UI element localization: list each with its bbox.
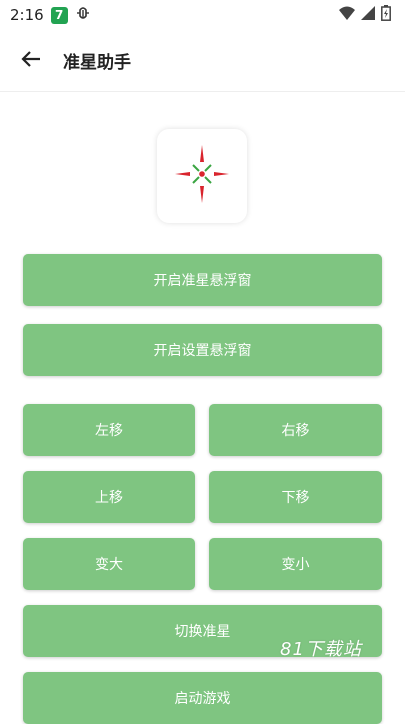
launch-game-button[interactable]: 启动游戏 [23, 672, 382, 724]
signal-icon [361, 6, 375, 24]
wifi-icon [339, 6, 355, 24]
bug-icon [75, 5, 91, 25]
watermark: 81下载站 [280, 639, 362, 660]
shrink-button[interactable]: 变小 [209, 538, 382, 590]
status-time: 2:16 [10, 6, 44, 24]
crosshair-icon [172, 144, 232, 208]
notification-badge: 7 [50, 6, 68, 24]
move-right-button[interactable]: 右移 [209, 404, 382, 456]
back-button[interactable] [11, 41, 51, 81]
page-title: 准星助手 [63, 53, 131, 73]
move-left-button[interactable]: 左移 [23, 404, 195, 456]
app-logo [157, 129, 247, 223]
arrow-left-icon [21, 50, 41, 72]
status-right [339, 5, 391, 25]
status-bar: 2:16 7 [0, 0, 405, 30]
open-crosshair-overlay-button[interactable]: 开启准星悬浮窗 [23, 254, 382, 306]
battery-charging-icon [381, 5, 391, 25]
enlarge-button[interactable]: 变大 [23, 538, 195, 590]
move-up-button[interactable]: 上移 [23, 471, 195, 523]
move-down-button[interactable]: 下移 [209, 471, 382, 523]
open-settings-overlay-button[interactable]: 开启设置悬浮窗 [23, 324, 382, 376]
app-bar: 准星助手 [0, 30, 405, 92]
status-left: 2:16 7 [10, 5, 91, 25]
